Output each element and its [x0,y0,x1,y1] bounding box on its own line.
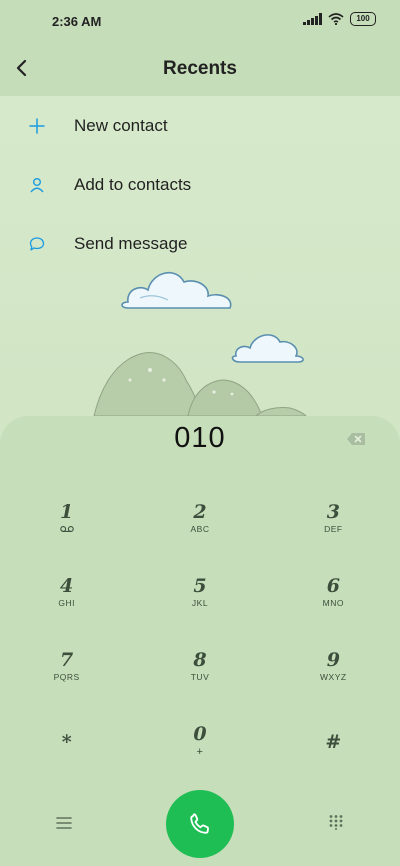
add-to-contacts-item[interactable]: Add to contacts [0,155,400,214]
key-digit: 4 [60,575,74,597]
key-letters: ABC [190,524,210,534]
dialpad-grid-icon [329,815,343,830]
new-contact-label: New contact [74,115,168,135]
key-letters: MNO [322,598,344,608]
dialpad-toggle-button[interactable] [328,814,344,830]
key-digit: 7 [60,649,74,671]
key-digit: 2 [193,501,207,523]
menu-button[interactable] [56,816,72,830]
action-menu: New contact Add to contacts Send message [0,96,400,273]
dialpad-panel: 010 1 2 ABC 3 DEF 4 GHI 5 JKL 6 MNO 7 PQ… [0,416,400,866]
key-letters: GHI [58,598,75,608]
dialed-number: 010 [174,422,226,454]
key-letters: DEF [324,524,343,534]
phone-icon [190,813,209,834]
delete-button[interactable] [346,432,366,446]
key-star[interactable]: * [0,714,133,788]
key-5[interactable]: 5 JKL [133,566,266,640]
key-digit: # [325,731,342,753]
key-digit: 6 [326,575,340,597]
key-digit: 5 [193,575,207,597]
battery-icon: 100 [350,12,376,26]
scenery-illustration [93,271,308,417]
new-contact-item[interactable]: New contact [0,96,400,155]
page-title: Recents [163,58,237,79]
key-letters: TUV [190,672,210,682]
key-letters: WXYZ [320,672,347,682]
cloud-icon [231,334,304,363]
key-3[interactable]: 3 DEF [267,492,400,566]
app-header: Recents [0,44,400,96]
key-digit: 0 [193,723,207,745]
signal-icon [303,13,322,25]
call-button[interactable] [166,790,234,858]
key-1[interactable]: 1 [0,492,133,566]
dialpad-actions [0,788,400,858]
key-6[interactable]: 6 MNO [267,566,400,640]
key-letters: PQRS [53,672,80,682]
status-time: 2:36 AM [52,14,102,29]
key-2[interactable]: 2 ABC [133,492,266,566]
key-digit: 9 [326,649,340,671]
add-to-contacts-label: Add to contacts [74,174,192,194]
backspace-icon [347,433,365,445]
key-letters: + [196,746,204,758]
key-digit: * [61,731,72,753]
key-hash[interactable]: # [267,714,400,788]
key-0[interactable]: 0 + [133,714,266,788]
person-icon [30,177,44,192]
key-digit: 3 [326,501,340,523]
key-9[interactable]: 9 WXYZ [267,640,400,714]
key-8[interactable]: 8 TUV [133,640,266,714]
voicemail-icon [59,526,74,532]
key-digit: 1 [60,501,74,523]
hamburger-menu-icon [56,817,72,829]
key-4[interactable]: 4 GHI [0,566,133,640]
status-bar: 2:36 AM 100 [0,0,400,44]
keypad: 1 2 ABC 3 DEF 4 GHI 5 JKL 6 MNO 7 PQRS 8… [0,492,400,788]
plus-icon [29,117,45,134]
status-icons: 100 [303,12,376,26]
key-digit: 8 [193,649,207,671]
cloud-icon [121,271,232,309]
key-letters: JKL [191,598,209,608]
key-7[interactable]: 7 PQRS [0,640,133,714]
phone-screen: 2:36 AM 100 Recents New contact Add to c… [0,0,400,866]
wifi-icon [328,13,344,25]
